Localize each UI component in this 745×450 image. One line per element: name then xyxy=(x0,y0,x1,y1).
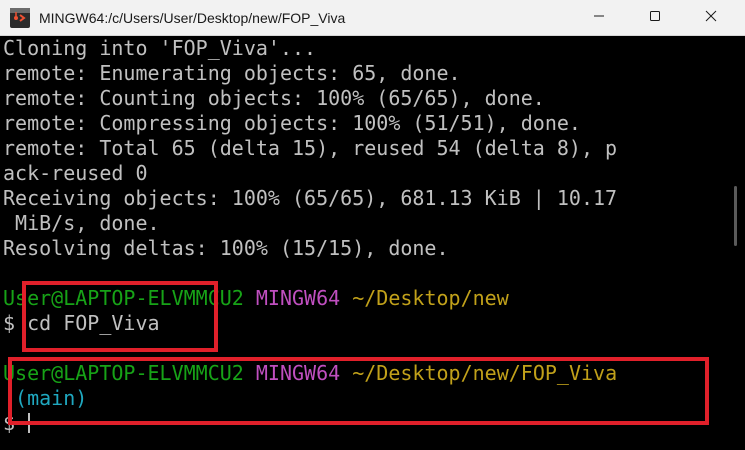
prompt-line: User@LAPTOP-ELVMMCU2 MINGW64 ~/Desktop/n… xyxy=(0,286,728,311)
output-line: MiB/s, done. xyxy=(3,211,160,235)
output-line: remote: Counting objects: 100% (65/65), … xyxy=(3,86,545,110)
title-bar: MINGW64:/c/Users/User/Desktop/new/FOP_Vi… xyxy=(0,0,745,36)
prompt-symbol: $ xyxy=(3,411,28,435)
git-bash-icon xyxy=(9,7,31,29)
prompt-path: ~/Desktop/new xyxy=(352,286,509,310)
prompt-path: ~/Desktop/new/FOP_Viva xyxy=(352,361,618,385)
close-button[interactable] xyxy=(688,0,734,35)
scrollbar-thumb[interactable] xyxy=(734,186,737,246)
prompt-shell: MINGW64 xyxy=(255,361,341,385)
prompt-user-host: User@LAPTOP-ELVMMCU2 xyxy=(3,361,244,385)
prompt-shell: MINGW64 xyxy=(255,286,341,310)
maximize-icon xyxy=(649,9,661,27)
window-title: MINGW64:/c/Users/User/Desktop/new/FOP_Vi… xyxy=(39,9,346,26)
vertical-scrollbar[interactable] xyxy=(728,36,745,450)
output-line: remote: Total 65 (delta 15), reused 54 (… xyxy=(3,136,618,160)
prompt-user-host: User@LAPTOP-ELVMMCU2 xyxy=(3,286,244,310)
minimize-icon xyxy=(593,9,605,27)
output-line: Receiving objects: 100% (65/65), 681.13 … xyxy=(3,186,618,210)
output-line: Resolving deltas: 100% (15/15), done. xyxy=(3,236,449,260)
output-line: remote: Compressing objects: 100% (51/51… xyxy=(3,111,581,135)
maximize-button[interactable] xyxy=(632,0,678,35)
prompt-line: User@LAPTOP-ELVMMCU2 MINGW64 ~/Desktop/n… xyxy=(0,361,728,386)
terminal-output[interactable]: Cloning into 'FOP_Viva'... remote: Enume… xyxy=(0,36,728,450)
terminal-window: MINGW64:/c/Users/User/Desktop/new/FOP_Vi… xyxy=(0,0,745,450)
output-line: ack-reused 0 xyxy=(3,161,148,185)
command-line: $ cd FOP_Viva xyxy=(3,311,160,335)
input-prompt-line[interactable]: $ xyxy=(0,411,728,436)
output-line: remote: Enumerating objects: 65, done. xyxy=(3,61,461,85)
output-line: Cloning into 'FOP_Viva'... xyxy=(3,36,317,60)
git-branch-indicator: (main) xyxy=(3,386,88,410)
close-icon xyxy=(705,9,717,27)
text-cursor xyxy=(28,413,31,433)
minimize-button[interactable] xyxy=(576,0,622,35)
